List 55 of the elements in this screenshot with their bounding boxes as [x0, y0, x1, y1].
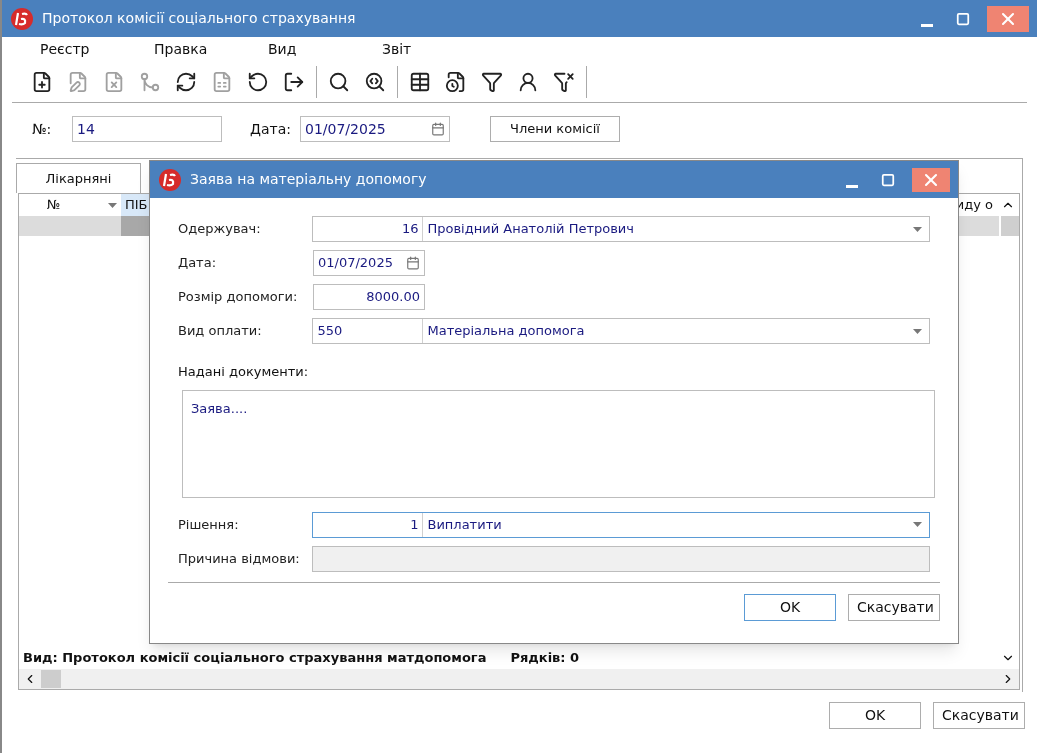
field-label: Рішення: [178, 515, 240, 534]
amount-field[interactable]: 8000.00 [313, 284, 425, 310]
field-label: Дата: [178, 254, 218, 273]
number-field[interactable]: 14 [72, 116, 222, 142]
combo-field[interactable]: 1 Виплатити [312, 511, 930, 538]
combo-field[interactable]: 16 Провідний Анатолій Петрович [312, 216, 930, 242]
name-value: Провідний Анатолій Петрович [426, 220, 635, 238]
field-label: Надані документи: [178, 363, 310, 381]
date-field[interactable]: 01/07/2025 [313, 250, 425, 276]
maximize-icon [881, 172, 895, 187]
menu-item[interactable]: Правка [154, 38, 268, 60]
menu-item[interactable]: Звіт [382, 38, 496, 60]
dialog-button[interactable]: OK [744, 593, 836, 621]
calendar-icon [431, 122, 445, 136]
logo-icon [10, 6, 34, 31]
members-button[interactable]: Члени комісії [490, 116, 620, 142]
name-value: Матеріальна допомога [426, 322, 586, 340]
scrollbar-thumb[interactable] [1001, 216, 1019, 236]
dialog-button[interactable]: OK [829, 702, 921, 729]
tab[interactable]: Лікарняні [16, 163, 141, 193]
field-label: Вид оплати: [178, 322, 263, 341]
number-label: №: [32, 119, 53, 139]
field-label: Розмір допомоги: [178, 288, 299, 307]
row-count: Рядків: 0 [510, 649, 580, 668]
horizontal-scrollbar[interactable] [19, 669, 1019, 689]
minimize-icon [846, 184, 858, 188]
scrollbar-thumb[interactable] [41, 670, 61, 688]
dialog-button[interactable]: Скасувати [933, 702, 1025, 729]
logo-icon [158, 167, 182, 192]
minimize-icon [921, 23, 933, 27]
dialog-button[interactable]: Скасувати [848, 593, 940, 621]
close-button[interactable] [912, 167, 950, 192]
menu-item[interactable]: Вид [268, 38, 382, 60]
dropdown-caret-icon[interactable] [912, 328, 922, 334]
maximize-icon [956, 11, 970, 26]
code-value: 550 [313, 319, 424, 343]
window-title: Протокол комісії соціального страхування [42, 9, 357, 28]
field-label: Причина відмови: [178, 549, 301, 568]
date-field[interactable]: 01/07/2025 [300, 116, 450, 142]
combo-field[interactable]: 550 Матеріальна допомога [312, 318, 930, 344]
view-status: Вид: Протокол комісії соціального страхування матдопомога [23, 649, 487, 668]
calendar-icon [406, 256, 420, 270]
code-value: 1 [313, 512, 424, 537]
dropdown-caret-icon[interactable] [912, 226, 922, 232]
code-value: 16 [313, 217, 424, 241]
date-label: Дата: [250, 119, 292, 139]
sort-caret-icon [108, 202, 117, 208]
close-button[interactable] [987, 5, 1029, 32]
documents-textarea[interactable]: Заява.... [182, 389, 935, 498]
name-value: Виплатити [426, 515, 503, 534]
dropdown-caret-icon[interactable] [912, 522, 922, 527]
column-header[interactable]: № [43, 194, 121, 216]
dialog-title: Заява на матеріальну допомогу [190, 170, 428, 189]
menu-item[interactable]: Реєстр [40, 38, 154, 60]
field-label: Одержувач: [178, 220, 262, 239]
